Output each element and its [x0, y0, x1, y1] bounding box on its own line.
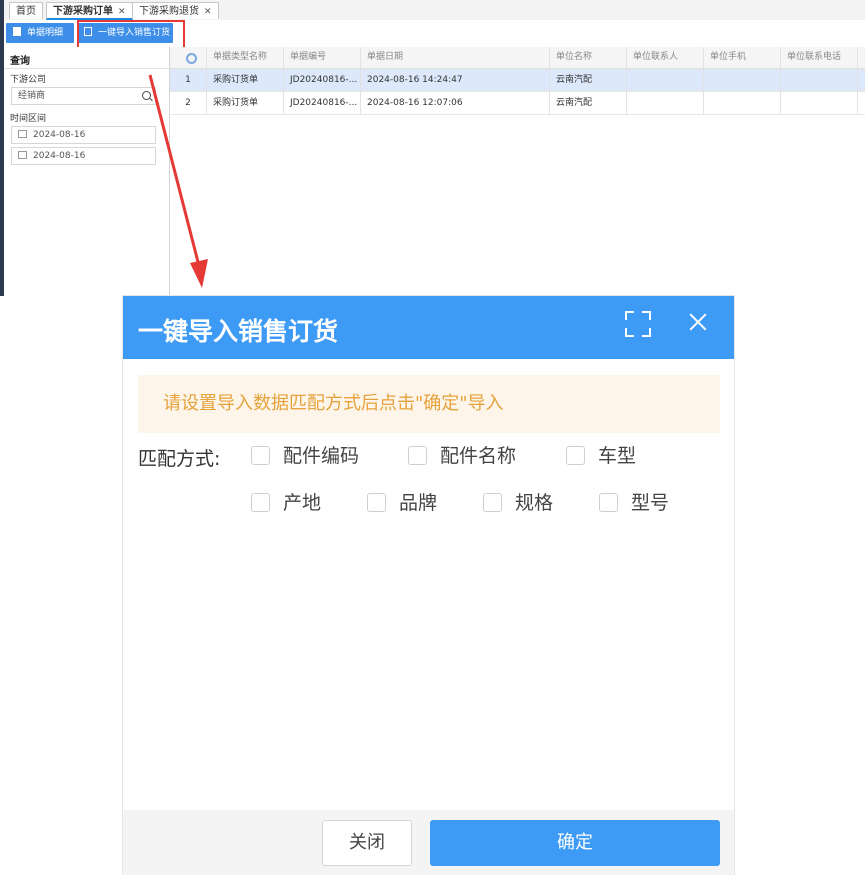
checkbox-label: 型号	[631, 492, 670, 514]
checkbox-box[interactable]	[599, 493, 618, 512]
confirm-button[interactable]: 确定	[430, 820, 720, 866]
dialog-footer: 关闭 确定	[123, 810, 734, 875]
checkbox-box[interactable]	[251, 446, 270, 465]
checkbox-box[interactable]	[483, 493, 502, 512]
checkbox-label: 配件编码	[283, 445, 360, 467]
checkbox-label: 配件名称	[440, 445, 517, 467]
arrow-head	[190, 259, 208, 288]
checkbox-label: 规格	[515, 492, 554, 514]
annotation-arrow	[148, 74, 208, 288]
fullscreen-icon[interactable]	[625, 311, 651, 337]
import-sales-order-dialog: 一键导入销售订货 请设置导入数据匹配方式后点击"确定"导入 匹配方式: 配件编码…	[123, 296, 734, 875]
checkbox-label: 车型	[598, 445, 637, 467]
dialog-header: 一键导入销售订货	[123, 296, 734, 359]
checkbox-box[interactable]	[566, 446, 585, 465]
checkbox-box[interactable]	[251, 493, 270, 512]
arrow-shaft	[148, 74, 200, 263]
close-button[interactable]: 关闭	[322, 820, 412, 866]
checkbox-box[interactable]	[367, 493, 386, 512]
checkbox-box[interactable]	[408, 446, 427, 465]
checkbox-label: 产地	[283, 492, 322, 514]
match-mode-label: 匹配方式:	[138, 448, 221, 470]
notice-banner: 请设置导入数据匹配方式后点击"确定"导入	[138, 375, 720, 433]
checkbox-label: 品牌	[399, 492, 438, 514]
dialog-title: 一键导入销售订货	[138, 317, 339, 346]
close-icon[interactable]	[686, 310, 710, 334]
